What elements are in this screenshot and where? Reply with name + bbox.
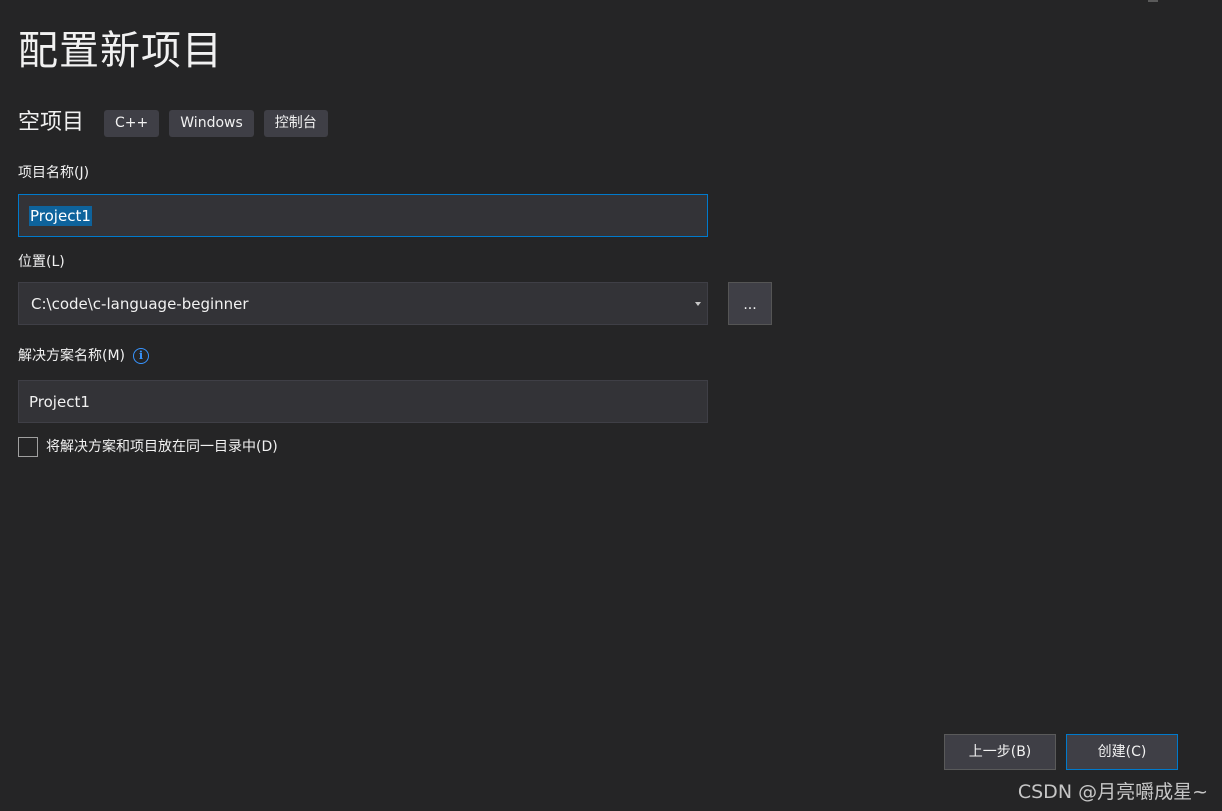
project-name-input[interactable]: Project1 — [18, 194, 708, 237]
solution-name-value: Project1 — [29, 392, 90, 411]
same-directory-checkbox[interactable] — [18, 437, 38, 457]
solution-name-label-row: 解决方案名称(M) i — [18, 346, 150, 366]
same-directory-option[interactable]: 将解决方案和项目放在同一目录中(D) — [18, 437, 278, 457]
same-directory-label: 将解决方案和项目放在同一目录中(D) — [46, 439, 278, 455]
tag-language: C++ — [104, 109, 160, 137]
solution-name-input[interactable]: Project1 — [18, 380, 708, 423]
browse-location-button[interactable]: ... — [728, 282, 772, 325]
solution-name-label: 解决方案名称(M) — [18, 348, 126, 364]
tag-platform: Windows — [169, 109, 254, 137]
project-name-label: 项目名称(J) — [18, 165, 90, 181]
create-button[interactable]: 创建(C) — [1066, 734, 1178, 770]
watermark: CSDN @月亮嚼成星~ — [1017, 781, 1208, 803]
template-name: 空项目 — [18, 110, 85, 135]
chevron-down-icon[interactable] — [695, 302, 701, 306]
location-value: C:\code\c-language-beginner — [31, 294, 249, 313]
info-icon[interactable]: i — [133, 348, 150, 364]
location-combobox[interactable]: C:\code\c-language-beginner — [18, 282, 708, 325]
project-name-value: Project1 — [29, 205, 92, 226]
location-label: 位置(L) — [18, 254, 65, 270]
template-summary: 空项目 C++ Windows 控制台 — [18, 108, 338, 138]
window-control-edge[interactable] — [1148, 0, 1158, 2]
tag-project-type: 控制台 — [263, 109, 328, 137]
page-title: 配置新项目 — [18, 28, 223, 74]
back-button[interactable]: 上一步(B) — [944, 734, 1056, 770]
